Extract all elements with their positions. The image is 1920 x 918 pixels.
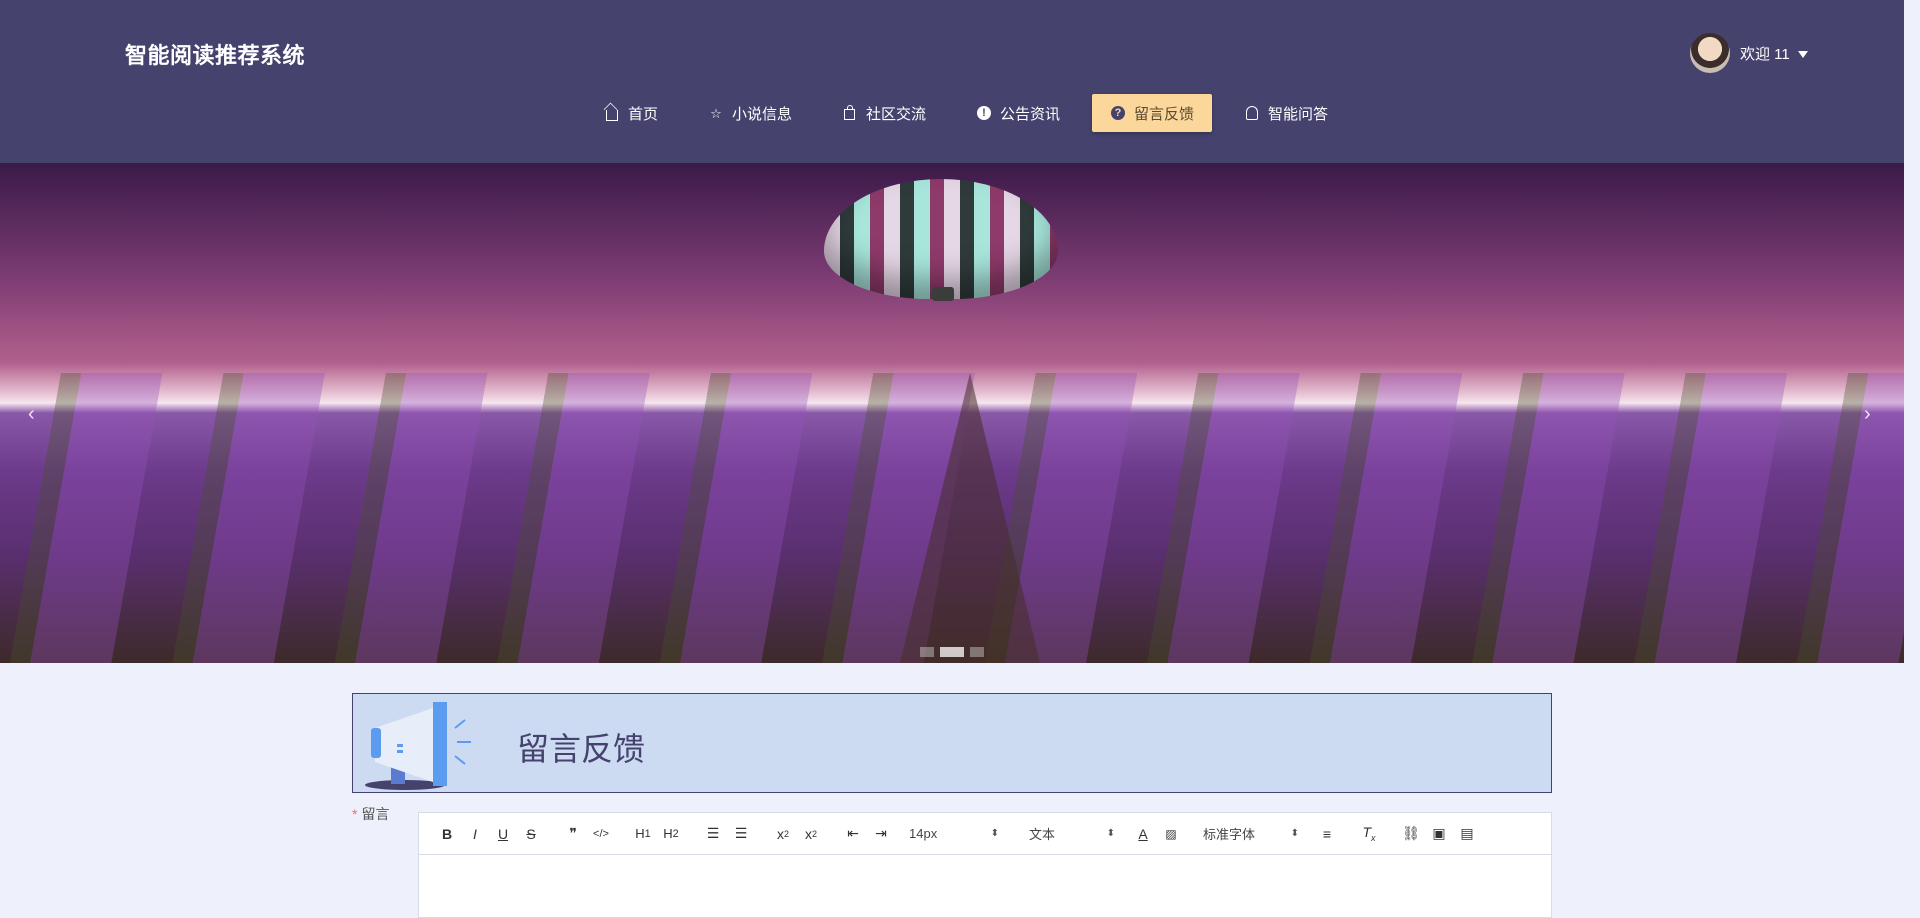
nav-label: 首页 [627,105,658,123]
font-family-select[interactable]: 标准字体 ⬍ [1203,820,1299,848]
outdent-icon[interactable]: ⇤ [839,820,867,848]
heading2-icon[interactable]: H2 [657,820,685,848]
balloon-basket [932,287,954,301]
select-arrows-icon: ⬍ [1106,828,1115,839]
paragraph-type-value: 文本 [1029,827,1056,842]
banner-carousel[interactable]: ‹ › [0,163,1904,663]
home-icon [604,105,620,121]
bag-icon [842,105,858,121]
nav-label: 留言反馈 [1134,105,1195,123]
carousel-prev-icon[interactable]: ‹ [28,403,35,426]
select-arrows-icon: ⬍ [1290,828,1299,839]
nav-item-announcements[interactable]: ! 公告资讯 [958,94,1078,132]
link-icon[interactable]: ⛓ [1397,820,1425,848]
font-size-select[interactable]: 14px ⬍ [909,820,999,848]
bullet-list-icon[interactable]: ☰ [727,820,755,848]
italic-icon[interactable]: I [461,820,489,848]
editor-toolbar: B I U S ❞ </> H1 H2 ☰ ☰ x2 x2 ⇤ ⇥ 14px ⬍ … [419,813,1551,855]
clear-format-icon[interactable]: Tx [1355,820,1383,848]
required-mark: * [352,806,358,822]
font-family-value: 标准字体 [1203,827,1256,842]
subscript-icon[interactable]: x2 [769,820,797,848]
robot-icon [1244,105,1260,121]
video-icon[interactable]: ▤ [1453,820,1481,848]
field-path [900,373,1040,663]
nav-item-community[interactable]: 社区交流 [824,94,944,132]
strikethrough-icon[interactable]: S [517,820,545,848]
site-logo[interactable]: 智能阅读推荐系统 [125,38,305,70]
paragraph-type-select[interactable]: 文本 ⬍ [1029,820,1115,848]
superscript-icon[interactable]: x2 [797,820,825,848]
underline-icon[interactable]: U [489,820,517,848]
nav-label: 社区交流 [865,105,926,123]
section-title: 留言反馈 [517,731,646,767]
feedback-field-label: * 留言 [352,804,389,824]
carousel-dot[interactable] [970,647,984,657]
blockquote-icon[interactable]: ❞ [559,820,587,848]
carousel-indicators [920,647,984,657]
megaphone-icon [365,702,471,790]
question-icon: ? [1110,105,1126,121]
carousel-next-icon[interactable]: › [1864,403,1871,426]
font-color-icon[interactable]: A [1129,820,1157,848]
carousel-dot-active[interactable] [940,647,964,657]
avatar[interactable] [1690,33,1730,73]
heading1-icon[interactable]: H1 [629,820,657,848]
ordered-list-icon[interactable]: ☰ [699,820,727,848]
hot-air-balloon [824,179,1058,299]
editor-content-area[interactable] [419,855,1551,917]
user-greeting[interactable]: 欢迎 11 [1740,43,1790,64]
field-label-text: 留言 [361,806,390,822]
align-icon[interactable]: ≡ [1313,820,1341,848]
bold-icon[interactable]: B [433,820,461,848]
code-icon[interactable]: </> [587,820,615,848]
select-arrows-icon: ⬍ [990,828,999,839]
star-icon: ☆ [710,105,722,121]
image-icon[interactable]: ▣ [1425,820,1453,848]
feedback-section-header: 留言反馈 [352,693,1552,793]
nav-item-qa[interactable]: 智能问答 [1226,94,1346,132]
nav-label: 小说信息 [731,105,792,123]
nav-item-novels[interactable]: ☆ 小说信息 [690,94,810,132]
background-color-icon[interactable]: ▨ [1157,820,1185,848]
indent-icon[interactable]: ⇥ [867,820,895,848]
nav-label: 智能问答 [1268,105,1329,123]
site-header: 智能阅读推荐系统 欢迎 11 首页 ☆ 小说信息 社区交流 ! 公告资讯 ? 留… [0,0,1904,163]
carousel-dot[interactable] [920,647,934,657]
caret-down-icon[interactable] [1797,50,1808,58]
nav-item-home[interactable]: 首页 [586,94,676,132]
main-nav: 首页 ☆ 小说信息 社区交流 ! 公告资讯 ? 留言反馈 智能问答 [0,94,1904,132]
rich-text-editor[interactable]: B I U S ❞ </> H1 H2 ☰ ☰ x2 x2 ⇤ ⇥ 14px ⬍ … [418,812,1552,918]
info-icon: ! [976,105,992,121]
font-size-value: 14px [909,826,938,841]
nav-item-feedback[interactable]: ? 留言反馈 [1092,94,1213,132]
user-menu[interactable]: 欢迎 11 [1690,32,1808,74]
nav-label: 公告资讯 [1000,105,1061,123]
